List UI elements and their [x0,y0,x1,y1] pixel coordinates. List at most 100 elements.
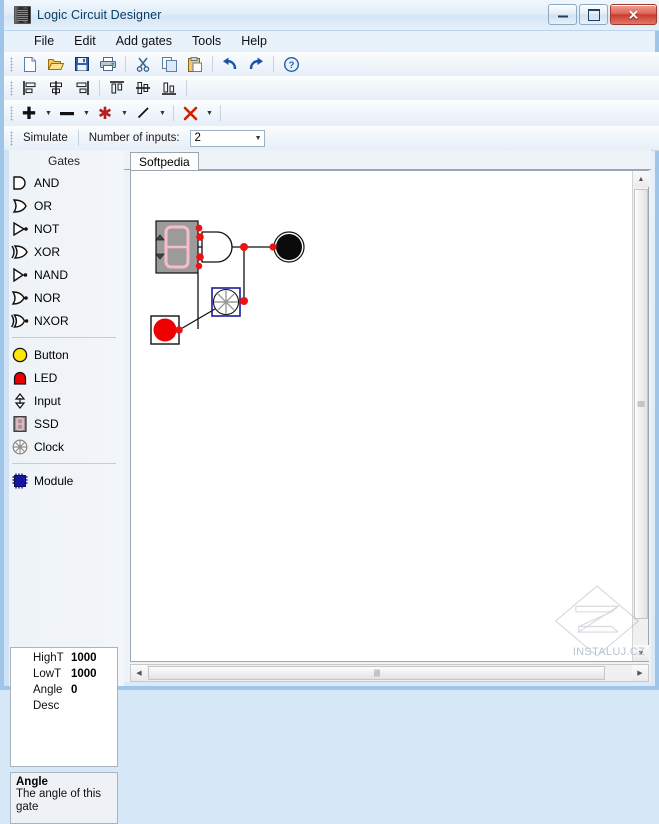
sidebar-item-nor[interactable]: NOR [10,286,124,309]
align-center-button[interactable] [44,77,68,99]
align-top-button[interactable] [105,77,129,99]
seven-segment-display-icon [10,415,30,432]
diagonal-line-icon [137,107,149,119]
toolbar-grip[interactable] [10,130,13,146]
wire-dropdown[interactable]: ▼ [156,102,168,124]
property-name: Desc [33,700,60,712]
open-folder-icon [48,59,64,70]
property-value[interactable]: 1000 [71,652,97,664]
property-row[interactable]: HighT 1000 [11,650,117,666]
property-description-text: The angle of this gate [16,788,102,813]
tab-softpedia[interactable]: Softpedia [130,152,199,170]
menu-item-file[interactable]: File [24,32,64,50]
property-value[interactable]: 0 [71,684,77,696]
align-right-button[interactable] [70,77,94,99]
property-grid[interactable]: HighT 1000 LowT 1000 Angle 0 Desc [10,647,118,767]
floppy-disk-icon [75,57,89,71]
help-button[interactable]: ? [279,53,303,75]
connect-dropdown[interactable]: ▼ [118,102,130,124]
horizontal-scrollbar-thumb[interactable] [148,666,605,680]
add-dropdown[interactable]: ▼ [42,102,54,124]
sidebar-item-label: LED [34,370,58,385]
sidebar-item-ssd[interactable]: SSD [10,412,124,435]
scroll-left-button[interactable]: ◀ [131,665,147,681]
red-led-icon [10,369,30,386]
scroll-up-button[interactable]: ▲ [633,171,649,187]
delete-dropdown[interactable]: ▼ [203,102,215,124]
minimize-button[interactable] [548,4,577,25]
window-controls: ✕ [548,4,657,25]
scroll-down-button[interactable]: ▼ [633,645,649,661]
svg-text:?: ? [288,60,294,71]
scroll-right-button[interactable]: ▶ [632,665,648,681]
align-left-button[interactable] [18,77,42,99]
sidebar-item-nand[interactable]: NAND [10,263,124,286]
sidebar-item-xor[interactable]: XOR [10,240,124,263]
property-row[interactable]: Angle 0 [11,682,117,698]
toolbar-separator [212,56,213,72]
toolbar-grip[interactable] [10,80,13,96]
number-of-inputs-label: Number of inputs: [88,132,180,144]
sidebar-item-input[interactable]: Input [10,389,124,412]
property-row[interactable]: LowT 1000 [11,666,117,682]
undo-button[interactable] [218,53,242,75]
not-gate-icon [10,220,30,237]
led-component [150,315,180,345]
nand-gate-icon [10,266,30,283]
grip-icon [374,669,379,677]
open-file-button[interactable] [44,53,68,75]
vertical-scrollbar-thumb[interactable] [634,189,648,619]
gates-list: AND OR NOT XOR NAND NOR NXOR Button LED … [4,171,124,492]
copy-button[interactable] [157,53,181,75]
align-bottom-button[interactable] [157,77,181,99]
menu-item-edit[interactable]: Edit [64,32,106,50]
paste-button[interactable] [183,53,207,75]
sidebar-item-nxor[interactable]: NXOR [10,309,124,332]
simulate-button[interactable]: Simulate [17,132,74,144]
sidebar-item-module[interactable]: Module [10,469,124,492]
add-button[interactable]: ✚ [18,102,40,124]
property-name: Angle [33,684,63,696]
circuit-canvas[interactable] [131,171,632,661]
remove-dropdown[interactable]: ▼ [80,102,92,124]
sidebar-item-and[interactable]: AND [10,171,124,194]
chip-icon [14,6,31,24]
horizontal-scrollbar[interactable]: ◀ ▶ [130,664,649,682]
xor-gate-icon [10,243,30,260]
align-left-icon [23,81,36,95]
save-file-button[interactable] [70,53,94,75]
align-middle-button[interactable] [131,77,155,99]
property-name: LowT [33,668,62,680]
sidebar-item-button[interactable]: Button [10,343,124,366]
property-description-title: Angle [16,776,48,788]
sidebar-item-clock[interactable]: Clock [10,435,124,458]
toolbar-grip[interactable] [10,56,13,72]
printer-icon [100,57,116,71]
property-row[interactable]: Desc [11,698,117,714]
delete-button[interactable] [179,102,201,124]
menu-item-tools[interactable]: Tools [182,32,231,50]
sidebar-item-label: Button [34,347,69,362]
chevron-down-icon: ▼ [83,109,90,117]
menu-item-help[interactable]: Help [231,32,277,50]
new-file-button[interactable] [18,53,42,75]
menu-item-add-gates[interactable]: Add gates [106,32,182,50]
print-button[interactable] [96,53,120,75]
wire-button[interactable] [132,102,154,124]
redo-button[interactable] [244,53,268,75]
property-value[interactable]: 1000 [71,668,97,680]
sidebar-item-not[interactable]: NOT [10,217,124,240]
maximize-button[interactable] [579,4,608,25]
number-of-inputs-select[interactable]: 2 ▼ [189,129,265,147]
toolbar-grip[interactable] [10,105,13,121]
sidebar-item-or[interactable]: OR [10,194,124,217]
connect-button[interactable]: ✱ [94,102,116,124]
cut-button[interactable] [131,53,155,75]
remove-button[interactable] [56,102,78,124]
new-document-icon [24,56,36,72]
close-button[interactable]: ✕ [610,4,657,25]
vertical-scrollbar[interactable]: ▲ ▼ [632,171,649,661]
tab-strip: Softpedia [124,150,651,170]
canvas-container: ▲ ▼ [130,170,649,662]
sidebar-item-led[interactable]: LED [10,366,124,389]
